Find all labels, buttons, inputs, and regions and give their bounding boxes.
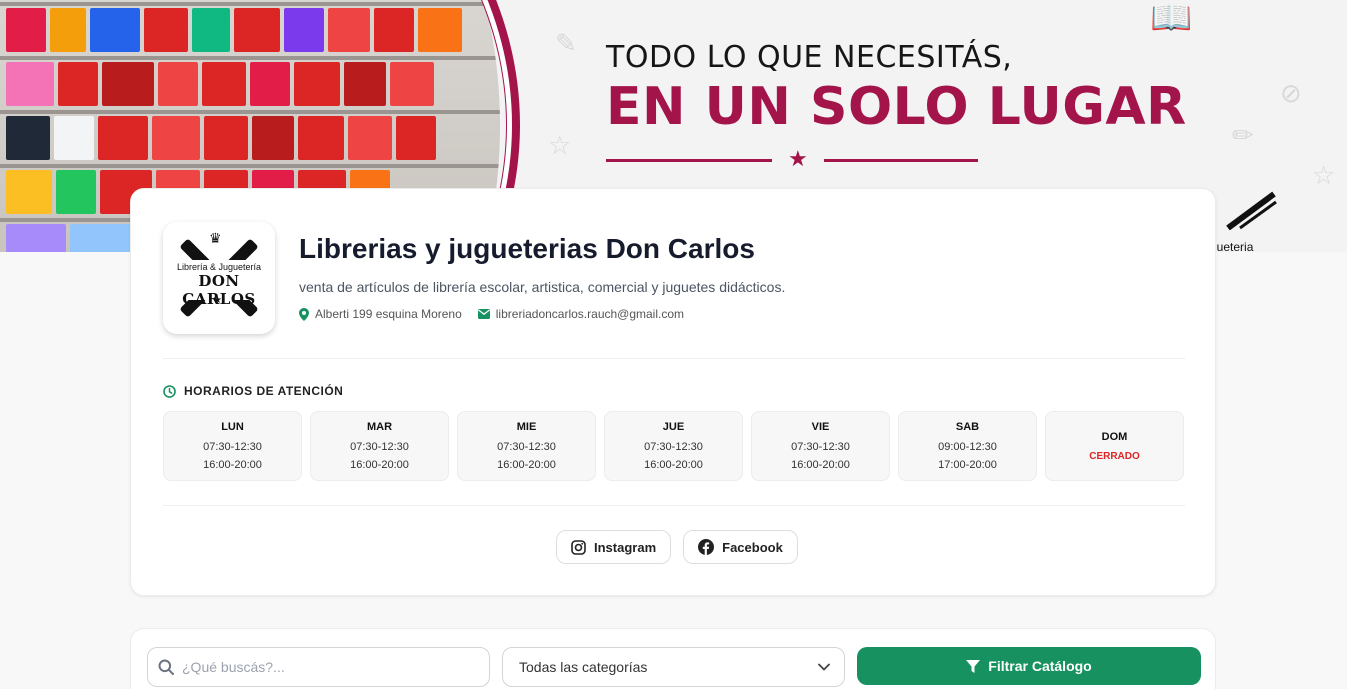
instagram-icon	[571, 539, 586, 555]
envelope-icon	[477, 309, 490, 319]
day-slot: 16:00-20:00	[497, 459, 556, 471]
day-slot: 09:00-12:30	[938, 441, 997, 453]
day-slot: 07:30-12:30	[497, 441, 556, 453]
instagram-button[interactable]: Instagram	[556, 530, 672, 564]
facebook-icon	[698, 539, 715, 555]
facebook-button[interactable]: Facebook	[683, 530, 798, 564]
day-slot: 07:30-12:30	[203, 441, 262, 453]
day-card-tue: MAR 07:30-12:30 16:00-20:00	[310, 411, 449, 481]
catalog-filter-bar: Todas las categorías Filtrar Catálogo	[130, 628, 1216, 689]
star-icon: ★	[213, 295, 222, 306]
search-icon	[158, 659, 174, 675]
instagram-label: Instagram	[594, 539, 657, 555]
day-name: JUE	[662, 421, 685, 433]
pencil-doodle-icon: ✏	[1232, 120, 1254, 150]
star-icon: ★	[788, 146, 808, 171]
day-slot: 07:30-12:30	[644, 441, 703, 453]
store-description: venta de artículos de librería escolar, …	[299, 279, 786, 295]
paperclip-doodle-icon: ✎	[555, 28, 577, 58]
filter-button-label: Filtrar Catálogo	[988, 658, 1092, 674]
star-doodle-icon: ☆	[1312, 160, 1336, 190]
store-contact-info: Alberti 199 esquina Moreno libreriadonca…	[299, 307, 684, 321]
day-name: VIE	[811, 421, 830, 433]
banner-headline-main: EN UN SOLO LUGAR	[606, 77, 1187, 137]
star-doodle-icon: ☆	[548, 130, 572, 160]
day-name: DOM	[1101, 430, 1128, 443]
store-name: Librerias y jugueterias Don Carlos	[299, 233, 755, 264]
banner-headline-top: TODO LO QUE NECESITÁS,	[606, 40, 1013, 75]
hours-title-text: HORARIOS DE ATENCIÓN	[184, 384, 344, 398]
day-slot: 17:00-20:00	[938, 459, 997, 471]
search-input[interactable]	[182, 659, 472, 675]
day-card-thu: JUE 07:30-12:30 16:00-20:00	[604, 411, 743, 481]
hours-grid: LUN 07:30-12:30 16:00-20:00 MAR 07:30-12…	[163, 411, 1184, 481]
day-slot: 16:00-20:00	[644, 459, 703, 471]
day-card-wed: MIE 07:30-12:30 16:00-20:00	[457, 411, 596, 481]
day-name: MIE	[516, 421, 537, 433]
banner-divider: ★	[606, 146, 978, 171]
day-card-sun: DOM CERRADO	[1045, 411, 1184, 481]
day-slot: 07:30-12:30	[791, 441, 850, 453]
hours-heading: HORARIOS DE ATENCIÓN	[163, 384, 343, 398]
map-pin-icon	[299, 307, 309, 321]
store-profile-card: ♛ Librería & Juguetería DON CARLOS ★ Lib…	[130, 188, 1216, 596]
email-text: libreriadoncarlos.rauch@gmail.com	[495, 307, 685, 321]
day-slot: 07:30-12:30	[350, 441, 409, 453]
day-name: SAB	[955, 421, 980, 433]
day-slot: 16:00-20:00	[791, 459, 850, 471]
day-name: MAR	[366, 421, 393, 433]
pencil-logo-icon	[1226, 191, 1277, 230]
chevron-down-icon	[818, 663, 830, 671]
social-links: Instagram Facebook	[556, 530, 798, 564]
store-logo: ♛ Librería & Juguetería DON CARLOS ★	[163, 222, 275, 334]
closed-status: CERRADO	[1089, 450, 1140, 462]
store-email[interactable]: libreriadoncarlos.rauch@gmail.com	[477, 307, 685, 321]
divider	[163, 358, 1185, 359]
divider	[163, 505, 1185, 506]
facebook-label: Facebook	[722, 539, 783, 555]
day-card-fri: VIE 07:30-12:30 16:00-20:00	[751, 411, 890, 481]
book-doodle-icon: 📖	[1150, 0, 1193, 37]
category-selected-value: Todas las categorías	[519, 659, 648, 675]
search-box[interactable]	[147, 647, 490, 687]
crown-icon: ♛	[209, 230, 222, 246]
paperclip-doodle-icon: ⊘	[1280, 78, 1302, 108]
filter-catalog-button[interactable]: Filtrar Catálogo	[857, 647, 1201, 685]
address-text: Alberti 199 esquina Moreno	[315, 307, 462, 321]
day-card-sat: SAB 09:00-12:30 17:00-20:00	[898, 411, 1037, 481]
clock-icon	[163, 384, 176, 398]
logo-top-text: Librería & Juguetería	[176, 262, 262, 272]
category-select[interactable]: Todas las categorías	[502, 647, 845, 687]
funnel-icon	[966, 659, 981, 673]
day-name: LUN	[221, 421, 244, 433]
store-address: Alberti 199 esquina Moreno	[299, 307, 462, 321]
day-card-mon: LUN 07:30-12:30 16:00-20:00	[163, 411, 302, 481]
day-slot: 16:00-20:00	[350, 459, 409, 471]
banner-brand-text: gueteria	[1210, 240, 1254, 252]
day-slot: 16:00-20:00	[203, 459, 262, 471]
